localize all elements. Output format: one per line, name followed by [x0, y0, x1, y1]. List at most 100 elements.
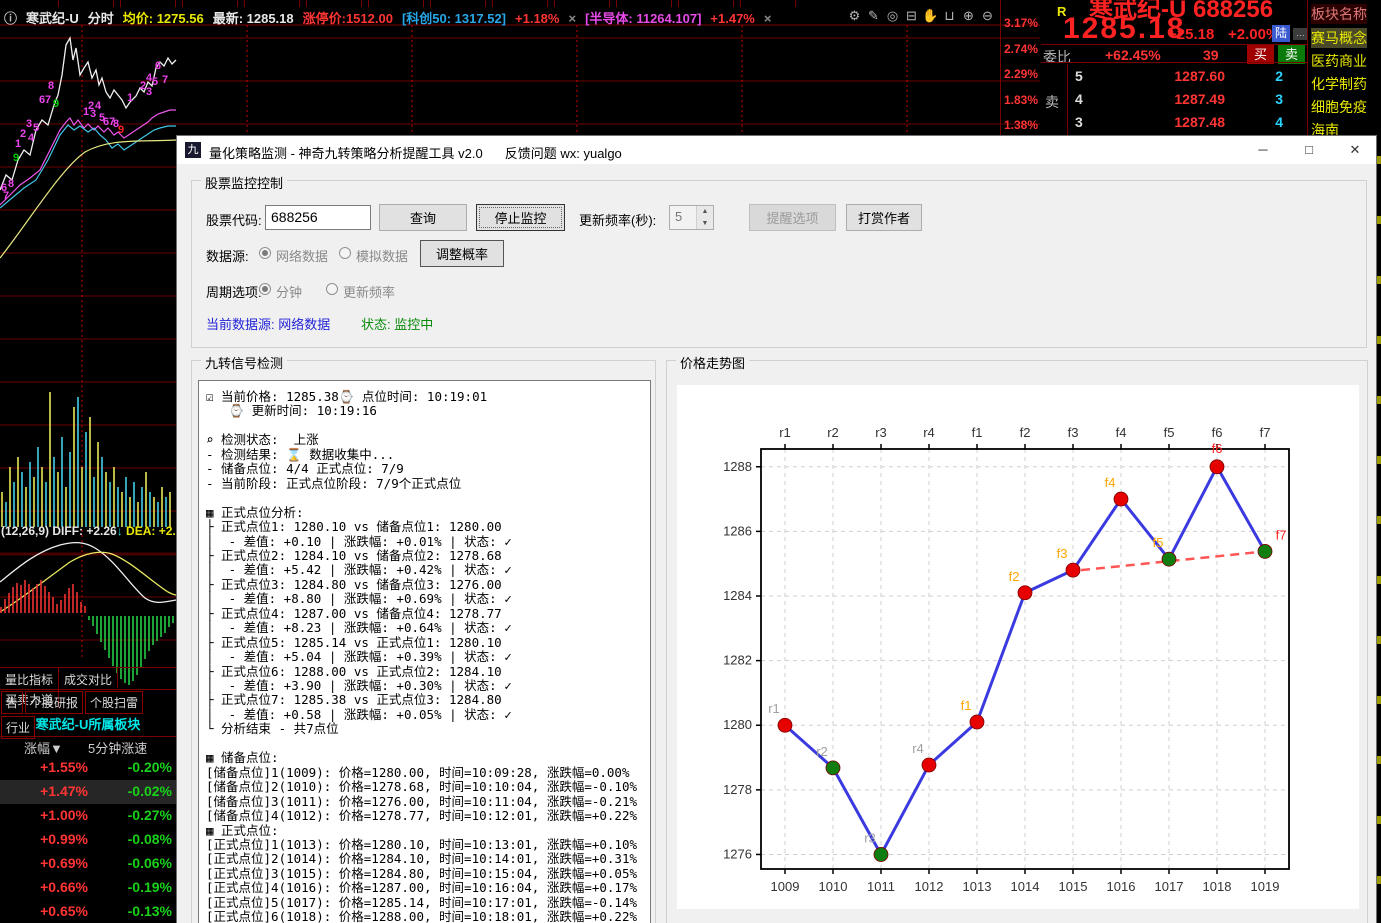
axis-percent-label: 2.74%	[1004, 42, 1038, 56]
table-row[interactable]: +0.99%-0.08%	[0, 828, 176, 852]
svg-text:1019: 1019	[1251, 879, 1280, 894]
svg-text:r4: r4	[912, 741, 924, 756]
board-change-value: +1.55%	[10, 759, 88, 775]
weibi-value: +62.45%	[1105, 47, 1161, 63]
board-change-value: +0.99%	[10, 831, 88, 847]
query-button[interactable]: 查询	[379, 204, 467, 231]
svg-text:f6: f6	[1212, 425, 1223, 440]
svg-text:r1: r1	[779, 425, 791, 440]
table-row[interactable]: +1.55% -0.20%	[0, 756, 176, 780]
more-icon[interactable]: …	[1293, 28, 1308, 40]
table-row[interactable]: +0.69%-0.06%	[0, 852, 176, 876]
report-tab[interactable]: 个股扫雷	[85, 691, 143, 714]
unlock-icon[interactable]: ⊔	[940, 8, 959, 24]
spinner-arrows[interactable]: ▲▼	[696, 206, 713, 229]
menu-tab[interactable]	[678, 0, 734, 7]
menu-tab[interactable]	[368, 0, 424, 7]
menu-tab[interactable]	[554, 0, 610, 7]
signal-output-textarea[interactable]: ☑ 当前价格: 1285.38⌚ 点位时间: 10:19:01 ⌚ 更新时间: …	[198, 380, 651, 923]
radio-minute-label[interactable]: 分钟	[276, 282, 302, 301]
close-button[interactable]: ✕	[1332, 136, 1378, 164]
sequence-number-label: 5	[152, 76, 158, 88]
board-speed-value: -0.02%	[94, 783, 172, 799]
radio-mock-data[interactable]	[339, 247, 351, 259]
eye-icon[interactable]: ◎	[883, 8, 902, 24]
svg-text:f2: f2	[1020, 425, 1031, 440]
divider	[1067, 64, 1068, 140]
index-semiconductor: [半导体: 11264.107]	[585, 11, 701, 26]
indicator-tab[interactable]: 量比指标	[0, 668, 59, 688]
spinner-down-icon[interactable]: ▼	[697, 218, 713, 230]
printer-icon[interactable]: ⊟	[902, 8, 921, 24]
sector-item[interactable]: 细胞免疫	[1311, 97, 1367, 117]
sector-item[interactable]: 赛马概念	[1311, 28, 1367, 48]
menu-tab[interactable]	[616, 0, 672, 7]
radio-update-freq[interactable]	[326, 283, 338, 295]
menu-tab[interactable]	[492, 0, 548, 7]
chart-group-label: 价格走势图	[676, 353, 749, 372]
table-row[interactable]: +0.66%-0.19%	[0, 876, 176, 900]
radio-network-data[interactable]	[259, 247, 271, 259]
divider	[1041, 62, 1307, 63]
board-change-value: +1.00%	[10, 807, 88, 823]
dialog-titlebar[interactable]: 九 量化策略监测 - 神奇九转策略分析提醒工具 v2.0反馈问题 wx: yua…	[177, 136, 1376, 164]
menu-tab[interactable]	[58, 0, 114, 7]
board-change-value: +0.69%	[10, 855, 88, 871]
stop-monitor-button[interactable]: 停止监控	[476, 204, 565, 231]
top-menu-strip	[0, 0, 1040, 7]
sector-item[interactable]: 医药商业	[1311, 51, 1367, 71]
sequence-number-label: 3	[90, 108, 96, 120]
close-tag-icon[interactable]: ×	[568, 11, 576, 26]
radio-mock-label[interactable]: 模拟数据	[356, 246, 408, 265]
menu-tab[interactable]	[120, 0, 176, 7]
board-col-change[interactable]: 涨幅▼	[24, 738, 63, 757]
table-row[interactable]: +1.00%-0.27%	[0, 804, 176, 828]
sequence-number-label: 9	[13, 152, 19, 164]
sequence-number-label: 7	[162, 74, 168, 86]
zoom-out-icon[interactable]: ⊖	[978, 8, 997, 24]
remind-options-button: 提醒选项	[749, 204, 836, 231]
svg-text:1011: 1011	[867, 879, 895, 894]
macd-parameter-label: (12,26,9) DIFF: +2.26↓ DEA: +2.5	[1, 524, 182, 538]
axis-percent-label: 2.29%	[1004, 67, 1038, 81]
menu-tab[interactable]	[244, 0, 300, 7]
svg-text:r2: r2	[827, 425, 839, 440]
table-row[interactable]: +1.47%-0.02%	[0, 780, 176, 804]
ask-volume: 4	[1241, 114, 1283, 130]
sector-item[interactable]: 化学制药	[1311, 74, 1367, 94]
radio-network-label[interactable]: 网络数据	[276, 246, 328, 265]
donate-button[interactable]: 打赏作者	[846, 204, 922, 231]
radio-minute[interactable]	[259, 283, 271, 295]
indicator-tab[interactable]: 成交对比	[59, 668, 118, 688]
menu-tab[interactable]	[430, 0, 486, 7]
svg-text:1010: 1010	[819, 879, 848, 894]
gear-icon[interactable]: ⚙	[845, 8, 864, 24]
adjust-probability-button[interactable]: 调整概率	[420, 240, 504, 267]
menu-tab[interactable]	[306, 0, 362, 7]
ask-side-label: 卖	[1045, 92, 1059, 112]
pen-icon[interactable]: ✎	[864, 8, 883, 24]
report-tab[interactable]: 告	[1, 691, 23, 714]
menu-tab[interactable]	[182, 0, 238, 7]
menu-tab[interactable]	[740, 0, 796, 7]
sequence-number-label: 1	[83, 106, 89, 118]
svg-text:f3: f3	[1068, 425, 1079, 440]
sequence-number-label: 9	[118, 124, 124, 136]
radio-update-freq-label[interactable]: 更新频率	[343, 282, 395, 301]
stock-code-input[interactable]: 688256	[265, 205, 371, 230]
report-tab[interactable]: 个股研报	[25, 691, 83, 714]
index-semiconductor-pct: +1.47%	[710, 11, 754, 26]
minimize-button[interactable]: ─	[1240, 136, 1286, 164]
board-col-speed[interactable]: 5分钟涨速	[88, 738, 147, 757]
close-tag-icon[interactable]: ×	[764, 11, 772, 26]
maximize-button[interactable]: □	[1286, 136, 1332, 164]
update-freq-value: 5	[675, 209, 682, 224]
dialog-title-text: 量化策略监测 - 神奇九转策略分析提醒工具 v2.0	[209, 146, 483, 161]
board-speed-value: -0.20%	[94, 759, 172, 775]
update-freq-spinner[interactable]: 5 ▲▼	[669, 205, 714, 230]
zoom-in-icon[interactable]: ⊕	[959, 8, 978, 24]
spinner-up-icon[interactable]: ▲	[697, 206, 713, 218]
indicator-tabs: 量比指标成交对比买卖力道	[0, 667, 176, 690]
table-row[interactable]: +0.65%-0.13%	[0, 900, 176, 923]
hand-icon[interactable]: ✋	[921, 8, 940, 24]
